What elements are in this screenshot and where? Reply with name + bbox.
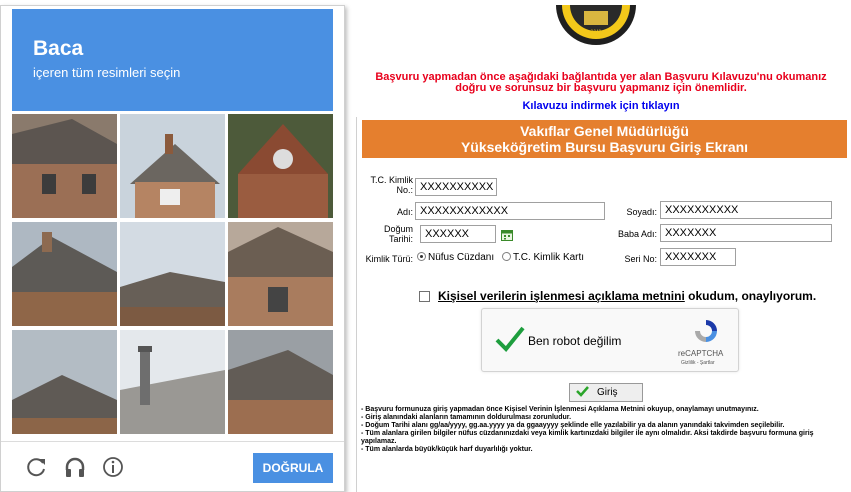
dogum-input[interactable]: XXXXXX (420, 225, 496, 243)
captcha-tile-9[interactable] (228, 330, 333, 434)
banner-subtitle: Yükseköğretim Bursu Başvuru Giriş Ekranı (460, 139, 749, 155)
captcha-header: Baca içeren tüm resimleri seçin (12, 9, 333, 111)
radio-kimlik-karti[interactable]: T.C. Kimlik Kartı (501, 252, 585, 263)
captcha-tile-6[interactable] (228, 222, 333, 326)
banner-title: Vakıflar Genel Müdürlüğü (520, 123, 689, 139)
seri-input[interactable]: XXXXXXX (660, 248, 736, 266)
captcha-instruction: içeren tüm resimleri seçin (33, 65, 181, 80)
seri-label: Seri No: (624, 254, 657, 264)
kimlik-label: Kimlik Türü: (365, 254, 413, 264)
note-3: - Doğum Tarihi alanı gg/aa/yyyy, gg.aa.y… (361, 422, 785, 429)
captcha-tile-4[interactable] (12, 222, 117, 326)
check-icon (576, 386, 589, 397)
soyad-label: Soyadı: (626, 207, 657, 217)
guide-warning: Başvuru yapmadan önce aşağıdaki bağlantı… (356, 72, 846, 94)
dogum-label: Doğum Tarihi: (383, 224, 413, 244)
headphones-icon[interactable] (63, 455, 87, 479)
recaptcha-name: reCAPTCHA (678, 349, 724, 358)
ad-input[interactable]: XXXXXXXXXXXX (415, 202, 605, 220)
note-4: - Tüm alanlara girilen bilgiler nüfus cü… (361, 430, 814, 445)
radio-nufus[interactable]: Nüfus Cüzdanı (417, 252, 494, 263)
recaptcha-widget: Ben robot değilim reCAPTCHA Gizlilik - Ş… (481, 308, 739, 372)
instruction-notes: - Başvuru formunuza giriş yapmadan önce … (361, 406, 849, 454)
consent-link[interactable]: Kişisel verilerin işlenmesi açıklama met… (438, 289, 685, 303)
robot-label: Ben robot değilim (528, 334, 622, 348)
captcha-tile-7[interactable] (12, 330, 117, 434)
reload-icon[interactable] (25, 455, 49, 479)
verify-button[interactable]: DOĞRULA (253, 453, 333, 483)
radio-nufus-dot[interactable] (417, 252, 426, 261)
ad-label: Adı: (396, 207, 413, 217)
radio-kimlik-karti-dot[interactable] (501, 252, 511, 261)
baba-label: Baba Adı: (617, 229, 657, 239)
checkmark-icon[interactable] (494, 325, 526, 353)
login-label: Giriş (597, 387, 618, 398)
guide-warning-line-2: doğru ve sorunsuz bir başvuru yapmanız i… (455, 82, 747, 94)
calendar-icon[interactable] (501, 228, 513, 241)
consent-text: okudum, onaylıyorum. (684, 289, 817, 303)
soyad-input[interactable]: XXXXXXXXXX (660, 201, 832, 219)
captcha-tile-2[interactable] (120, 114, 225, 218)
captcha-image-grid (12, 114, 333, 434)
login-form: Vakıflar Genel Müdürlüğü Yükseköğretim B… (356, 117, 851, 492)
note-2: - Giriş alanındaki alanların tamamının d… (361, 414, 572, 421)
recaptcha-logo-icon (692, 317, 720, 345)
note-1: - Başvuru formunuza giriş yapmadan önce … (361, 406, 759, 413)
foundation-logo: 1048 (548, 5, 644, 67)
screen: Baca içeren tüm resimleri seçin DOĞRULA … (0, 0, 851, 492)
captcha-tile-8[interactable] (120, 330, 225, 434)
captcha-keyword: Baca (33, 37, 84, 60)
tc-label: T.C. Kimlik No.: (370, 175, 414, 195)
consent-checkbox[interactable] (419, 291, 430, 302)
captcha-challenge-popup: Baca içeren tüm resimleri seçin DOĞRULA (0, 5, 345, 492)
consent-row: Kişisel verilerin işlenmesi açıklama met… (419, 289, 816, 303)
form-banner: Vakıflar Genel Müdürlüğü Yükseköğretim B… (362, 120, 847, 158)
kimlik-type-group: Nüfus Cüzdanı T.C. Kimlik Kartı (417, 252, 584, 263)
info-icon[interactable] (101, 455, 125, 479)
note-5: - Tüm alanlarda büyük/küçük harf duyarlı… (361, 446, 533, 453)
login-button[interactable]: Giriş (569, 383, 643, 402)
captcha-tile-5[interactable] (120, 222, 225, 326)
captcha-tile-1[interactable] (12, 114, 117, 218)
radio-nufus-label: Nüfus Cüzdanı (428, 252, 495, 263)
baba-input[interactable]: XXXXXXX (660, 224, 832, 242)
captcha-footer: DOĞRULA (1, 441, 344, 492)
tc-input[interactable]: XXXXXXXXXX (415, 178, 497, 196)
captcha-tile-3[interactable] (228, 114, 333, 218)
guide-download-link[interactable]: Kılavuzu indirmek için tıklayın (356, 100, 846, 112)
recaptcha-terms[interactable]: Gizlilik - Şartlar (681, 360, 715, 366)
radio-kimlik-karti-label: T.C. Kimlik Kartı (512, 252, 585, 263)
svg-text:1048: 1048 (591, 29, 602, 34)
